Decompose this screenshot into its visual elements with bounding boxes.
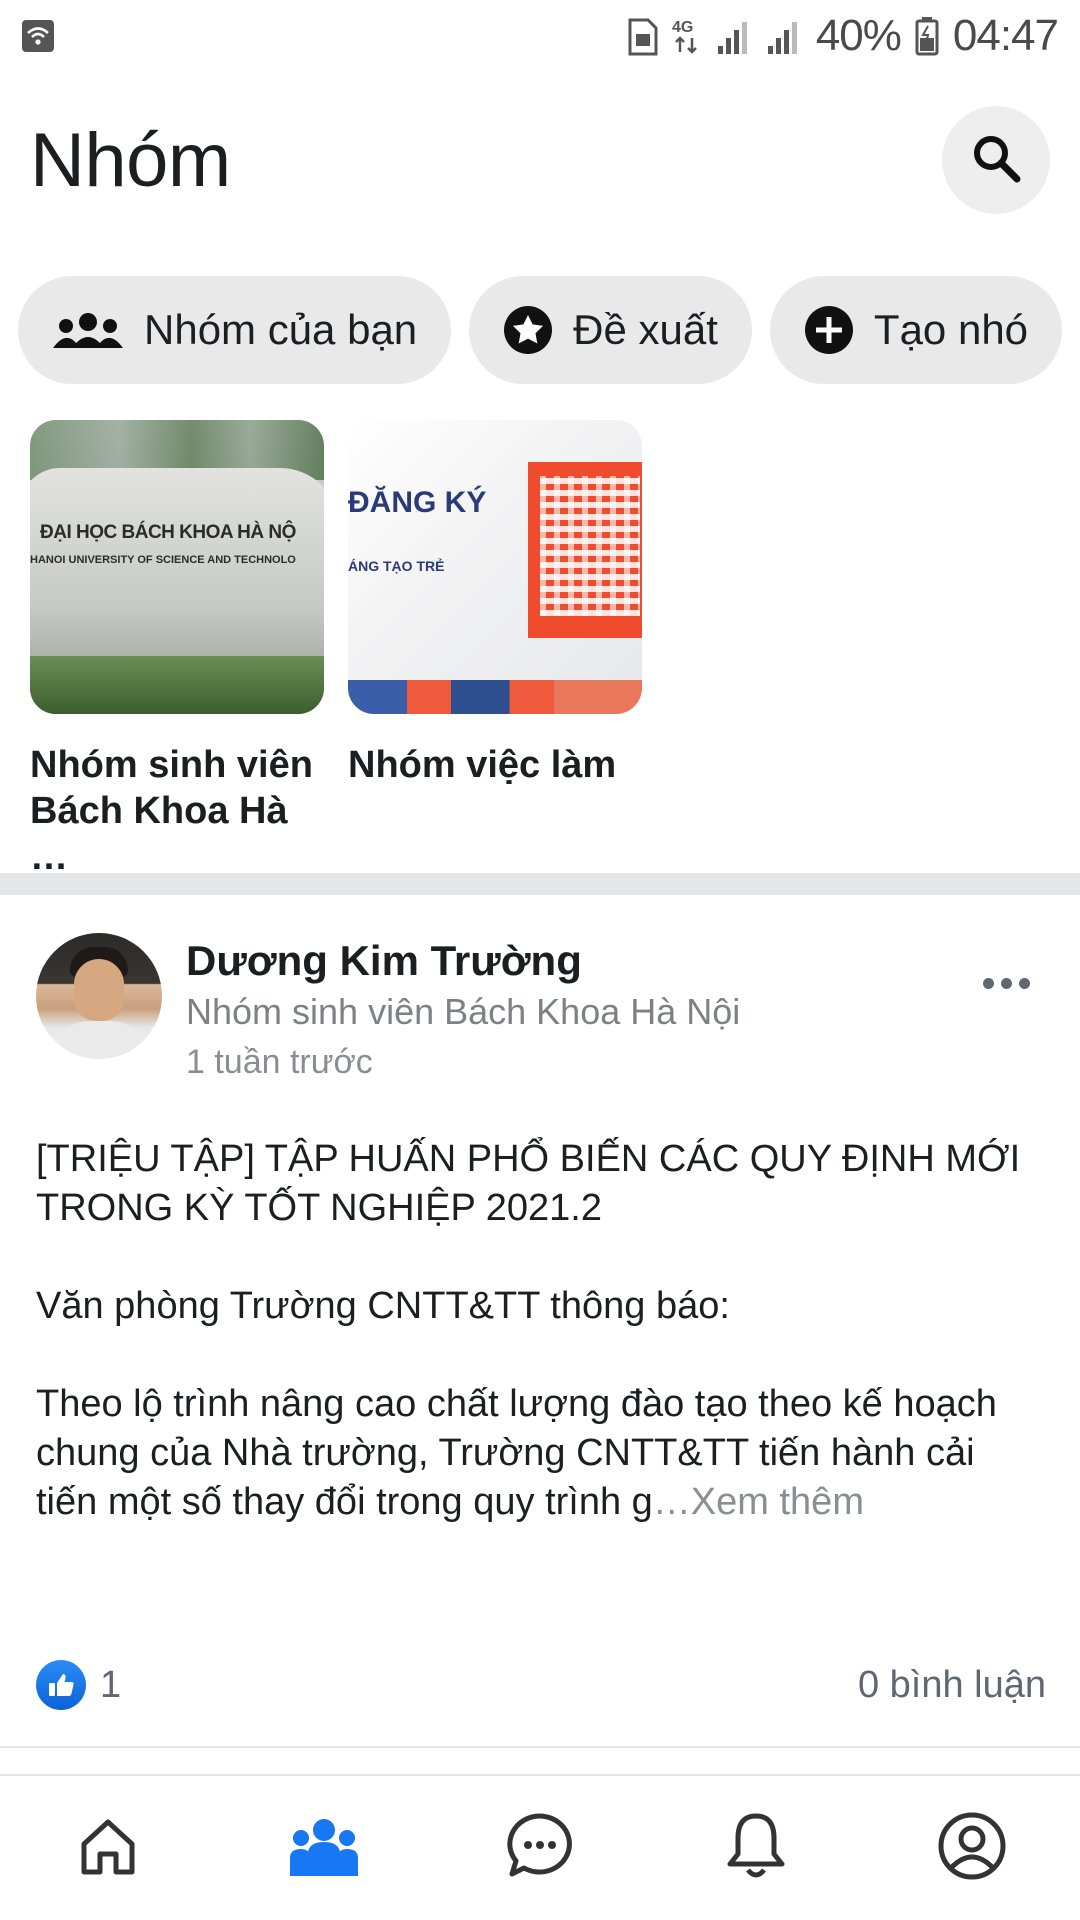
post-author[interactable]: Dương Kim Trường <box>186 937 582 985</box>
people-icon <box>52 310 124 350</box>
plus-icon <box>804 305 854 355</box>
group-name: Nhóm sinh viên Bách Khoa Hà … <box>30 744 313 878</box>
svg-text:4G: 4G <box>672 19 693 36</box>
battery-icon <box>915 16 939 56</box>
nav-home[interactable] <box>0 1776 216 1920</box>
nav-groups[interactable] <box>216 1776 432 1920</box>
section-divider <box>0 873 1080 895</box>
profile-icon <box>936 1810 1008 1887</box>
search-icon <box>968 130 1024 191</box>
nav-notifications[interactable] <box>648 1776 864 1920</box>
signal-icon <box>716 16 752 56</box>
qr-code-icon <box>528 462 642 638</box>
avatar[interactable] <box>36 933 162 1059</box>
network-4g-icon: 4G <box>672 16 702 56</box>
post-paragraph: Văn phòng Trường CNTT&TT thông báo: <box>36 1285 730 1327</box>
home-icon <box>76 1814 140 1883</box>
page-header: Nhóm <box>30 100 1050 220</box>
post-reactions-bar: 1 0 bình luận <box>36 1655 1046 1715</box>
bell-icon <box>724 1810 788 1887</box>
post-header: Dương Kim Trường Nhóm sinh viên Bách Kho… <box>36 933 1046 1093</box>
signal-icon-2 <box>766 16 802 56</box>
more-dot-icon <box>982 977 994 989</box>
post-paragraph: Theo lộ trình nâng cao chất lượng đào tạ… <box>36 1380 1046 1527</box>
chip-suggested[interactable]: Đề xuất <box>469 276 752 384</box>
chip-create-group[interactable]: Tạo nhó <box>769 276 1062 384</box>
group-card[interactable]: ĐẠI HỌC BÁCH KHOA HÀ NỘ HANOI UNIVERSITY… <box>30 420 324 880</box>
search-button[interactable] <box>942 106 1050 214</box>
post-paragraph: [TRIỆU TẬP] TẬP HUẤN PHỔ BIẾN CÁC QUY ĐỊ… <box>36 1138 1021 1229</box>
group-cards: ĐẠI HỌC BÁCH KHOA HÀ NỘ HANOI UNIVERSITY… <box>30 420 642 880</box>
post-group-name[interactable]: Nhóm sinh viên Bách Khoa Hà Nội <box>186 991 740 1033</box>
battery-percent: 40% <box>815 11 902 60</box>
more-dot-icon <box>1000 977 1012 989</box>
like-icon[interactable] <box>36 1660 86 1710</box>
thumbnail-sign-subtext: HANOI UNIVERSITY OF SCIENCE AND TECHNOLO <box>30 554 296 566</box>
post-body[interactable]: [TRIỆU TẬP] TẬP HUẤN PHỔ BIẾN CÁC QUY ĐỊ… <box>36 1135 1046 1527</box>
page-title: Nhóm <box>30 117 231 203</box>
more-options-button[interactable] <box>966 953 1046 1013</box>
bottom-navigation <box>0 1774 1080 1920</box>
clock: 04:47 <box>952 11 1059 60</box>
wifi-icon <box>22 20 54 52</box>
nav-profile[interactable] <box>864 1776 1080 1920</box>
post-timestamp: 1 tuần trước <box>186 1043 373 1081</box>
chat-bubble-icon <box>504 1810 576 1887</box>
group-filter-chips: Nhóm của bạn Đề xuất Tạo nhó <box>18 276 1062 384</box>
star-icon <box>503 305 553 355</box>
sim-icon <box>628 16 658 56</box>
thumbnail-title-text: ĐĂNG KÝ <box>348 486 487 519</box>
group-card[interactable]: ĐĂNG KÝ ÁNG TẠO TRẺ Nhóm việc làm <box>348 420 642 880</box>
group-thumbnail: ĐĂNG KÝ ÁNG TẠO TRẺ <box>348 420 642 714</box>
group-thumbnail: ĐẠI HỌC BÁCH KHOA HÀ NỘ HANOI UNIVERSITY… <box>30 420 324 714</box>
chip-label: Tạo nhó <box>873 306 1029 353</box>
post-separator <box>0 1746 1080 1748</box>
nav-messages[interactable] <box>432 1776 648 1920</box>
thumbnail-sign-text: ĐẠI HỌC BÁCH KHOA HÀ NỘ <box>40 522 296 543</box>
more-dot-icon <box>1018 977 1030 989</box>
groups-icon <box>288 1814 360 1883</box>
comment-count[interactable]: 0 bình luận <box>858 1664 1046 1707</box>
thumbnail-subtitle-text: ÁNG TẠO TRẺ <box>348 558 445 574</box>
group-name: Nhóm việc làm <box>348 744 617 786</box>
status-bar: 4G 40% 04:47 <box>0 0 1080 72</box>
chip-label: Đề xuất <box>573 306 718 353</box>
chip-label: Nhóm của bạn <box>144 306 418 353</box>
like-count[interactable]: 1 <box>100 1664 858 1707</box>
chip-your-groups[interactable]: Nhóm của bạn <box>18 276 452 384</box>
see-more-link[interactable]: …Xem thêm <box>653 1481 864 1523</box>
